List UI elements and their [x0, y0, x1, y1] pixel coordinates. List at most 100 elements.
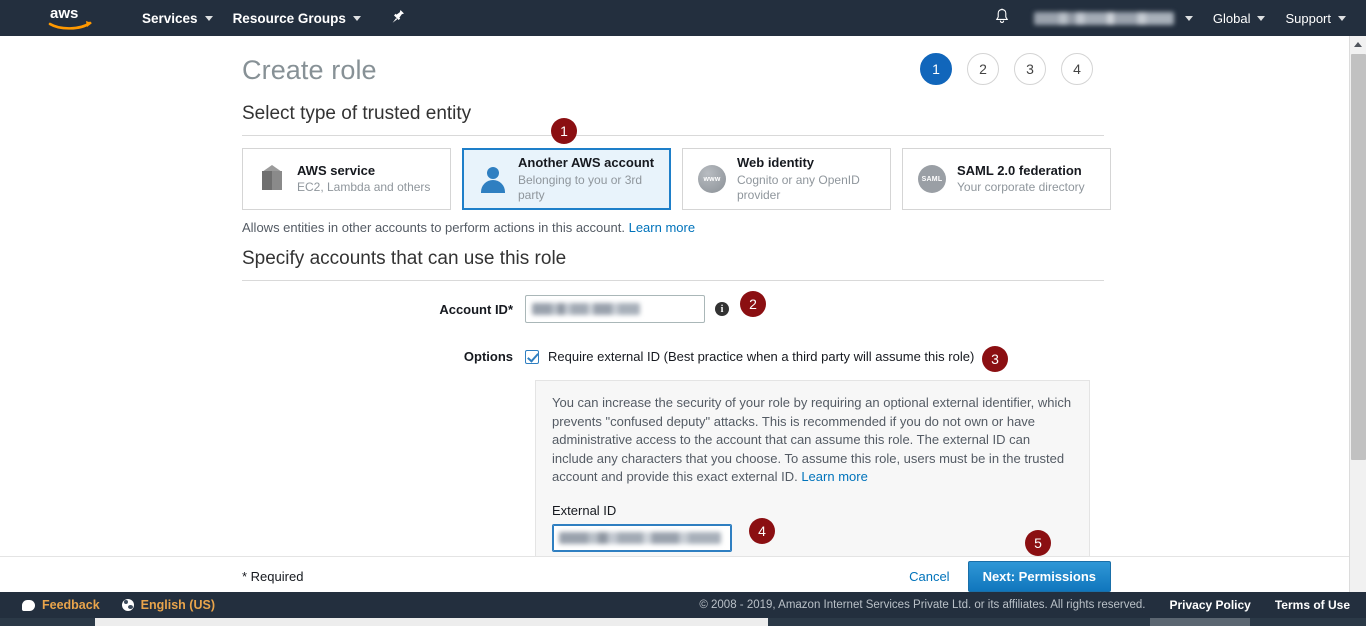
card-saml-federation[interactable]: SAML SAML 2.0 federation Your corporate … [902, 148, 1111, 210]
info-icon[interactable]: i [715, 302, 729, 316]
card-another-aws-account[interactable]: Another AWS account Belonging to you or … [462, 148, 671, 210]
chevron-down-icon [204, 15, 213, 21]
divider [242, 280, 1104, 281]
footer-right-group: © 2008 - 2019, Amazon Internet Services … [699, 598, 1366, 612]
card-title: AWS service [297, 162, 376, 178]
nav-right-group: Global Support [980, 0, 1366, 36]
bell-icon-svg [995, 8, 1009, 23]
annotation-badge-5: 5 [1025, 530, 1051, 556]
card-subtitle: EC2, Lambda and others [297, 180, 431, 195]
pin-icon[interactable] [391, 9, 405, 28]
person-icon-shape [478, 165, 508, 193]
language-selector[interactable]: English (US) [121, 598, 215, 612]
feedback-button[interactable]: Feedback [22, 598, 100, 612]
specify-accounts-heading: Specify accounts that can use this role [242, 248, 567, 269]
trusted-entity-card-group: AWS service EC2, Lambda and others Anoth… [242, 148, 1349, 210]
page-root: aws Services Resource Groups Global Supp… [0, 0, 1366, 626]
action-bar: * Required Cancel Next: Permissions [0, 556, 1349, 596]
aws-logo[interactable]: aws [48, 5, 94, 31]
content-inner: Create role 1 2 3 4 Select type of trust… [0, 36, 1349, 556]
page-footer: Feedback English (US) © 2008 - 2019, Ama… [0, 592, 1366, 618]
nav-left-group: Services Resource Groups [132, 0, 405, 36]
divider [242, 135, 1104, 136]
card-title: Web identity [737, 155, 815, 171]
step-1[interactable]: 1 [920, 53, 952, 85]
person-icon [476, 165, 510, 193]
notifications-bell-icon[interactable] [980, 8, 1024, 29]
chevron-down-icon [1338, 15, 1346, 21]
main-content: Create role 1 2 3 4 Select type of trust… [0, 36, 1349, 556]
horizontal-scrollbar[interactable] [0, 618, 1366, 626]
terms-of-use-link[interactable]: Terms of Use [1275, 598, 1350, 612]
chevron-down-icon [1257, 15, 1266, 21]
annotation-badge-4: 4 [749, 518, 775, 544]
options-label: Options [463, 349, 513, 364]
hint-text: Allows entities in other accounts to per… [242, 220, 625, 235]
annotation-badge-3: 3 [982, 346, 1008, 372]
nav-resource-groups-menu[interactable]: Resource Groups [223, 0, 371, 36]
card-aws-service[interactable]: AWS service EC2, Lambda and others [242, 148, 451, 210]
page-title: Create role [242, 55, 377, 85]
privacy-policy-link[interactable]: Privacy Policy [1169, 598, 1250, 612]
step-4[interactable]: 4 [1061, 53, 1093, 85]
external-id-input[interactable] [552, 523, 732, 552]
cube-icon [255, 165, 289, 193]
top-navigation-bar: aws Services Resource Groups Global Supp… [0, 0, 1366, 36]
require-external-id-label: Require external ID (Best practice when … [548, 349, 975, 364]
support-menu[interactable]: Support [1275, 0, 1356, 36]
card-text: Web identity Cognito or any OpenID provi… [737, 155, 878, 202]
external-id-label: External ID [552, 502, 617, 518]
vertical-scrollbar[interactable] [1349, 36, 1366, 608]
annotation-badge-2: 2 [740, 291, 766, 317]
step-2[interactable]: 2 [967, 53, 999, 85]
card-text: SAML 2.0 federation Your corporate direc… [957, 163, 1085, 195]
cancel-button[interactable]: Cancel [909, 569, 949, 584]
feedback-label: Feedback [42, 598, 100, 612]
card-title: SAML 2.0 federation [957, 162, 1082, 178]
card-title: Another AWS account [518, 155, 655, 171]
account-id-label: Account ID* [439, 301, 513, 317]
speech-bubble-icon [22, 599, 35, 611]
saml-icon: SAML [915, 165, 949, 193]
nav-services-menu[interactable]: Services [132, 0, 223, 36]
require-external-id-checkbox[interactable] [525, 349, 539, 364]
card-web-identity[interactable]: www Web identity Cognito or any OpenID p… [682, 148, 891, 210]
card-subtitle: Your corporate directory [957, 180, 1085, 195]
annotation-badge-1: 1 [551, 118, 577, 144]
aws-logo-svg: aws [48, 5, 92, 30]
action-buttons: Cancel Next: Permissions [909, 561, 1349, 592]
vertical-scrollbar-thumb[interactable] [1351, 54, 1366, 460]
nav-resource-groups-label: Resource Groups [232, 10, 346, 26]
scroll-up-arrow-icon[interactable] [1350, 36, 1366, 53]
support-label: Support [1285, 10, 1331, 26]
external-id-info-panel: You can increase the security of your ro… [535, 380, 1090, 556]
next-permissions-button[interactable]: Next: Permissions [967, 561, 1111, 592]
globe-icon [121, 599, 134, 611]
info-panel-paragraph: You can increase the security of your ro… [552, 394, 1073, 487]
horizontal-scrollbar-thumb[interactable] [95, 618, 768, 626]
step-indicator: 1 2 3 4 [920, 53, 1093, 85]
region-menu[interactable]: Global [1203, 0, 1276, 36]
www-icon-shape: www [698, 165, 726, 193]
card-text: Another AWS account Belonging to you or … [518, 155, 657, 202]
cube-icon-shape [259, 165, 285, 193]
hint-learn-more-link[interactable]: Learn more [629, 220, 695, 235]
footer-left-group: Feedback English (US) [22, 598, 215, 612]
nav-services-label: Services [142, 10, 198, 26]
required-note: * Required [242, 569, 304, 584]
trusted-entity-heading: Select type of trusted entity [242, 103, 472, 124]
region-label: Global [1212, 10, 1251, 26]
account-name-redacted [1033, 11, 1174, 25]
horizontal-scrollbar-secondary[interactable] [1150, 618, 1250, 626]
card-text: AWS service EC2, Lambda and others [297, 163, 430, 195]
card-subtitle: Belonging to you or 3rd party [518, 172, 643, 202]
chevron-down-icon [1184, 15, 1193, 21]
account-menu[interactable] [1024, 0, 1203, 36]
step-3[interactable]: 3 [1014, 53, 1046, 85]
pin-icon-svg [392, 9, 404, 23]
trusted-entity-hint: Allows entities in other accounts to per… [242, 220, 1349, 235]
external-id-value-redacted [559, 531, 721, 544]
options-row: Options Require external ID (Best practi… [242, 349, 1349, 364]
account-id-input[interactable] [525, 295, 705, 323]
info-panel-learn-more-link[interactable]: Learn more [801, 469, 867, 484]
